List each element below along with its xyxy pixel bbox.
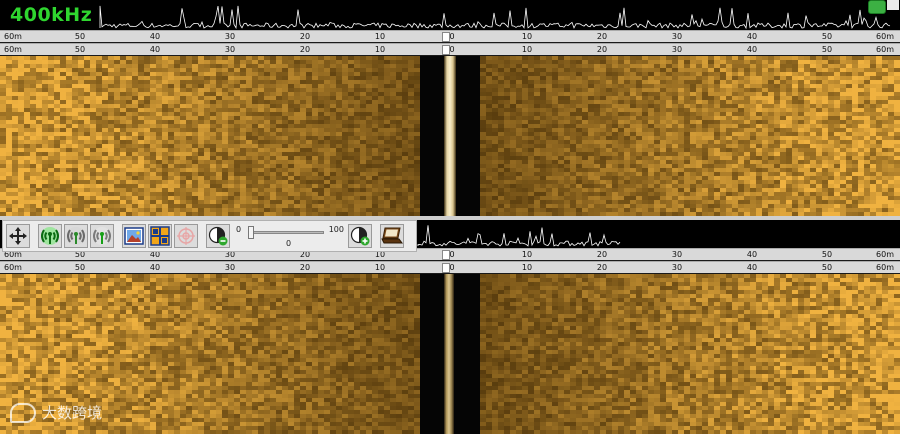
slider-min-label: 0 — [236, 225, 242, 234]
ruler-tick-label: 60m — [876, 45, 894, 54]
ruler-tick-label: 0 — [449, 45, 455, 54]
broadcast-green-icon — [41, 227, 59, 245]
ruler-tick-label: 40 — [746, 250, 758, 259]
ruler-tick-label: 40 — [149, 32, 161, 41]
trace-line — [417, 225, 621, 247]
contrast-minus-icon — [208, 226, 228, 246]
top-sonar-port-side — [0, 56, 421, 216]
broadcast-green-small-icon — [93, 227, 111, 245]
ruler-tick-label: 50 — [74, 32, 86, 41]
ruler-tick-label: 20 — [596, 45, 608, 54]
nadir-marker[interactable] — [442, 45, 450, 55]
ruler-tick-label: 10 — [374, 32, 386, 41]
bottom-sonar-image[interactable] — [0, 274, 900, 434]
contrast-increase-button[interactable] — [348, 224, 372, 248]
laptop-icon — [381, 227, 403, 244]
ruler-tick-label: 30 — [671, 45, 683, 54]
ruler-tick-label: 10 — [374, 263, 386, 272]
contrast-slider[interactable]: 0 100 0 — [236, 222, 344, 250]
slider-value-label: 0 — [286, 239, 292, 248]
ruler-tick-label: 40 — [149, 263, 161, 272]
ruler-tick-label: 10 — [521, 32, 533, 41]
crosshair-icon — [177, 227, 195, 245]
ruler-tick-label: 10 — [521, 263, 533, 272]
ruler-tick-label: 20 — [596, 32, 608, 41]
ruler-tick-label: 10 — [521, 250, 533, 259]
move-arrows-icon — [9, 227, 27, 245]
image-icon — [124, 227, 144, 245]
ruler-tick-label: 40 — [746, 45, 758, 54]
contrast-plus-icon — [350, 226, 370, 246]
bottom-sonar-starboard-side — [480, 274, 900, 434]
bottom-nadir-line — [444, 274, 454, 434]
ruler-tick-label: 20 — [299, 263, 311, 272]
ruler-tick-label: 30 — [671, 32, 683, 41]
ruler-tick-label: 0 — [449, 250, 455, 259]
ruler-tick-label: 30 — [224, 32, 236, 41]
ruler-tick-label: 50 — [821, 250, 833, 259]
ruler-tick-label: 0 — [449, 263, 455, 272]
status-indicator-icon[interactable] — [868, 0, 886, 14]
slider-thumb[interactable] — [248, 226, 254, 239]
ruler-tick-label: 30 — [671, 263, 683, 272]
ruler-tick-label: 60m — [4, 32, 22, 41]
ruler-tick-label: 60m — [876, 32, 894, 41]
ruler-tick-label: 20 — [596, 263, 608, 272]
top-nadir-line — [444, 56, 456, 216]
ruler-tick-label: 10 — [374, 45, 386, 54]
ruler-tick-label: 60m — [4, 263, 22, 272]
nadir-marker[interactable] — [442, 250, 450, 260]
ruler-tick-label: 20 — [299, 45, 311, 54]
ruler-tick-label: 40 — [746, 263, 758, 272]
signal-green-small-button[interactable] — [90, 224, 114, 248]
ruler-tick-label: 60m — [876, 263, 894, 272]
top-trace-svg — [99, 5, 891, 30]
picture-button[interactable] — [122, 224, 146, 248]
top-sonar-image[interactable] — [0, 56, 900, 216]
ruler-tick-label: 40 — [746, 32, 758, 41]
frequency-label: 400kHz — [10, 4, 93, 26]
ruler-tick-label: 20 — [299, 32, 311, 41]
window-corner — [887, 0, 899, 10]
signal-gray-button[interactable] — [64, 224, 88, 248]
watermark-logo-icon — [10, 402, 36, 423]
ruler-tick-label: 0 — [449, 32, 455, 41]
ruler-tick-label: 10 — [521, 45, 533, 54]
ruler-tick-label: 50 — [74, 263, 86, 272]
grid-button[interactable] — [148, 224, 172, 248]
watermark: 大数跨境 — [10, 402, 102, 423]
sonar-toolbar: 0 100 0 — [2, 220, 417, 252]
ruler-tick-label: 30 — [224, 263, 236, 272]
target-button[interactable] — [174, 224, 198, 248]
signal-green-button[interactable] — [38, 224, 62, 248]
top-range-ruler-1: 60m 50 40 30 20 10 0 10 20 30 40 50 60m — [0, 30, 900, 42]
contrast-decrease-button[interactable] — [206, 224, 230, 248]
top-sonar-starboard-side — [480, 56, 900, 216]
ruler-tick-label: 60m — [876, 250, 894, 259]
laptop-button[interactable] — [380, 224, 404, 248]
nadir-marker[interactable] — [442, 32, 450, 42]
ruler-tick-label: 50 — [74, 45, 86, 54]
grid-icon — [150, 226, 170, 246]
top-range-ruler-2: 60m 50 40 30 20 10 0 10 20 30 40 50 60m — [0, 43, 900, 55]
ruler-tick-label: 30 — [224, 45, 236, 54]
slider-max-label: 100 — [328, 225, 344, 234]
ruler-tick-label: 40 — [149, 45, 161, 54]
nadir-marker[interactable] — [442, 263, 450, 273]
ruler-tick-label: 50 — [821, 45, 833, 54]
broadcast-gray-icon — [67, 227, 85, 245]
ruler-tick-label: 50 — [821, 263, 833, 272]
ruler-tick-label: 50 — [821, 32, 833, 41]
ruler-tick-label: 30 — [671, 250, 683, 259]
ruler-tick-label: 60m — [4, 45, 22, 54]
pan-button[interactable] — [6, 224, 30, 248]
slider-track[interactable] — [248, 231, 324, 234]
bottom-range-ruler-2: 60m 50 40 30 20 10 0 10 20 30 40 50 60m — [0, 261, 900, 273]
top-amplitude-trace — [0, 0, 900, 30]
watermark-text: 大数跨境 — [42, 404, 103, 422]
ruler-tick-label: 20 — [596, 250, 608, 259]
trace-line — [99, 5, 891, 30]
